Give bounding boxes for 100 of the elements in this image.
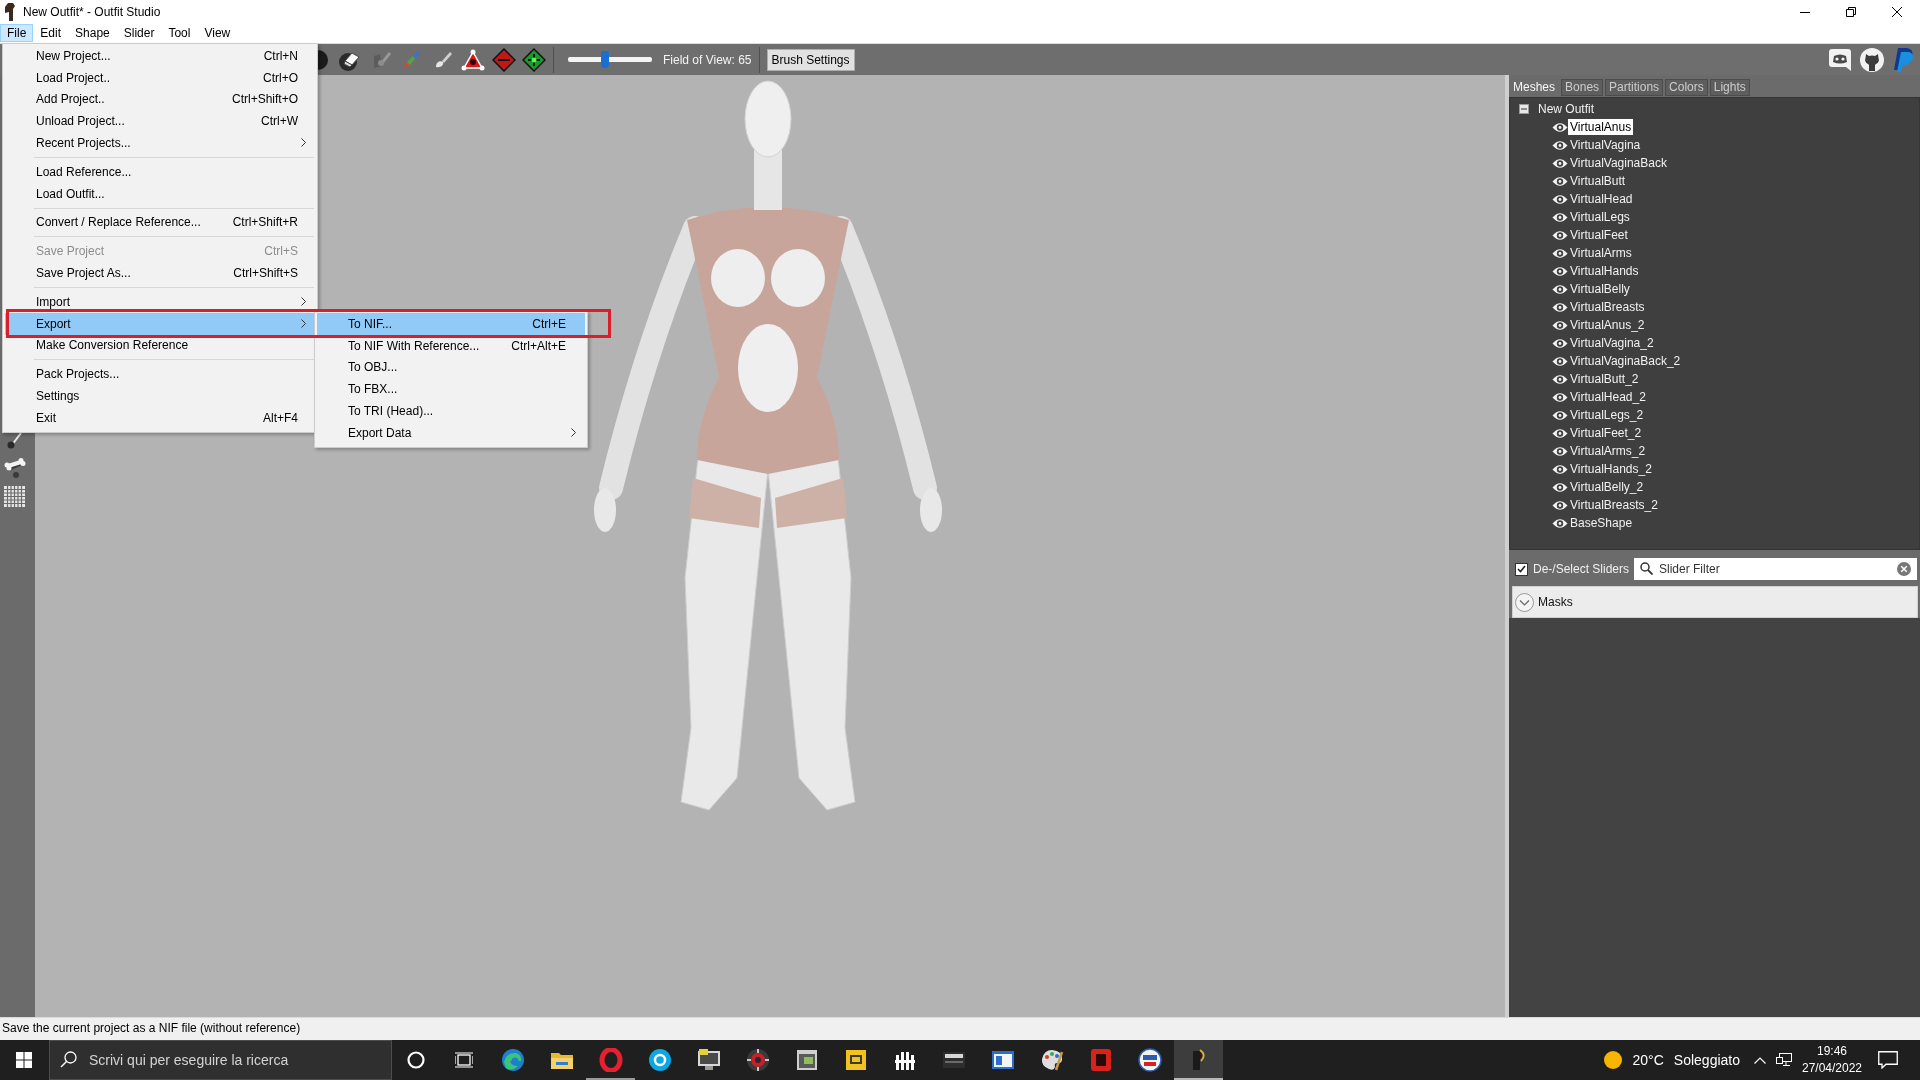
- menu-item[interactable]: Pack Projects...: [5, 363, 315, 386]
- eye-icon[interactable]: [1552, 265, 1568, 277]
- menu-item[interactable]: Import: [5, 290, 315, 313]
- brush-icon[interactable]: [433, 49, 453, 70]
- brush-settings-button[interactable]: Brush Settings: [766, 48, 855, 71]
- tree-item[interactable]: VirtualBreasts_2: [1568, 497, 1660, 513]
- cat-icon[interactable]: [1860, 47, 1884, 72]
- grid-icon[interactable]: [4, 486, 25, 507]
- menu-item[interactable]: Recent Projects...: [5, 132, 315, 154]
- menu-item[interactable]: Load Project.. Ctrl+O: [5, 66, 315, 89]
- eye-icon[interactable]: [1552, 121, 1568, 133]
- tree-item[interactable]: VirtualFeet_2: [1568, 425, 1644, 441]
- taskbar-app-button[interactable]: [1174, 1040, 1223, 1080]
- menu-bar-item[interactable]: Edit: [33, 24, 69, 42]
- eye-icon[interactable]: [1552, 139, 1568, 151]
- eye-icon[interactable]: [1552, 175, 1568, 187]
- panel-tab[interactable]: Bones: [1561, 79, 1604, 96]
- diamond-plus-icon[interactable]: [522, 47, 546, 72]
- menu-bar-item[interactable]: Tool: [161, 24, 198, 42]
- color-brush-icon[interactable]: [400, 49, 421, 70]
- eye-icon[interactable]: [1552, 337, 1568, 349]
- tree-item[interactable]: VirtualBelly: [1568, 281, 1632, 297]
- panel-tab[interactable]: Lights: [1709, 79, 1750, 96]
- bone-icon[interactable]: [4, 458, 26, 480]
- tree-item[interactable]: VirtualBelly_2: [1568, 479, 1646, 495]
- menu-item[interactable]: Save Project As... Ctrl+Shift+S: [5, 262, 315, 284]
- eye-icon[interactable]: [1552, 499, 1568, 511]
- tree-item[interactable]: VirtualButt_2: [1568, 371, 1641, 387]
- tree-item[interactable]: VirtualHands_2: [1568, 461, 1654, 477]
- tree-item[interactable]: VirtualAnus: [1568, 119, 1634, 135]
- tree-item[interactable]: VirtualFeet: [1568, 227, 1630, 243]
- eye-icon[interactable]: [1552, 355, 1568, 367]
- menu-item[interactable]: To NIF With Reference... Ctrl+Alt+E: [317, 334, 585, 357]
- eye-icon[interactable]: [1552, 157, 1568, 169]
- chevron-circle-icon[interactable]: [1515, 592, 1534, 612]
- eye-icon[interactable]: [1552, 391, 1568, 403]
- triangle-nodes-icon[interactable]: [461, 48, 485, 71]
- tree-item[interactable]: VirtualButt: [1568, 173, 1628, 189]
- chevron-up-icon[interactable]: [1754, 1056, 1766, 1064]
- menu-bar-item[interactable]: Slider: [116, 24, 162, 42]
- menu-item[interactable]: Exit Alt+F4: [5, 406, 315, 429]
- tree-item[interactable]: VirtualLegs: [1568, 209, 1632, 225]
- tree-item[interactable]: VirtualHead_2: [1568, 389, 1648, 405]
- tree-item[interactable]: BaseShape: [1568, 515, 1635, 531]
- menu-item[interactable]: Make Conversion Reference: [5, 334, 315, 357]
- tree-item[interactable]: VirtualHead: [1568, 191, 1635, 207]
- eye-icon[interactable]: [1552, 211, 1568, 223]
- slider-thumb[interactable]: [600, 51, 609, 68]
- tree-item[interactable]: VirtualBreasts: [1568, 299, 1647, 315]
- panel-tab[interactable]: Colors: [1665, 79, 1708, 96]
- eye-icon[interactable]: [1552, 301, 1568, 313]
- diamond-minus-icon[interactable]: [492, 47, 516, 72]
- menu-item[interactable]: Unload Project... Ctrl+W: [5, 110, 315, 133]
- taskbar-search-field[interactable]: Scrivi qui per eseguire la ricerca: [49, 1040, 392, 1080]
- menu-item[interactable]: Convert / Replace Reference... Ctrl+Shift+R: [5, 211, 315, 234]
- tree-item[interactable]: VirtualLegs_2: [1568, 407, 1646, 423]
- menu-item[interactable]: Settings: [5, 385, 315, 407]
- menu-item[interactable]: To OBJ...: [317, 356, 585, 379]
- menu-item[interactable]: To NIF... Ctrl+E: [317, 313, 585, 335]
- eye-icon[interactable]: [1552, 247, 1568, 259]
- menu-item[interactable]: Export: [5, 312, 315, 335]
- eye-icon[interactable]: [1552, 319, 1568, 331]
- menu-item[interactable]: Load Outfit...: [5, 182, 315, 205]
- eye-icon[interactable]: [1552, 517, 1568, 529]
- menu-bar-item[interactable]: File: [0, 24, 34, 42]
- menu-bar-item[interactable]: View: [197, 24, 238, 42]
- eye-icon[interactable]: [1552, 463, 1568, 475]
- eye-icon[interactable]: [1552, 283, 1568, 295]
- clock-time[interactable]: 19:46: [1817, 1045, 1847, 1058]
- menu-item[interactable]: To FBX...: [317, 378, 585, 401]
- panel-tab[interactable]: Partitions: [1605, 79, 1664, 96]
- minus-box-icon[interactable]: [1519, 103, 1529, 114]
- eye-icon[interactable]: [1552, 193, 1568, 205]
- menu-bar-item[interactable]: Shape: [68, 24, 117, 42]
- menu-item[interactable]: New Project... Ctrl+N: [5, 45, 315, 67]
- menu-item[interactable]: Load Reference...: [5, 161, 315, 183]
- tree-item[interactable]: New Outfit: [1536, 100, 1596, 117]
- eye-icon[interactable]: [1552, 229, 1568, 241]
- tree-item[interactable]: VirtualHands: [1568, 263, 1641, 279]
- eye-icon[interactable]: [1552, 373, 1568, 385]
- menu-item[interactable]: Add Project.. Ctrl+Shift+O: [5, 88, 315, 111]
- tree-item[interactable]: VirtualArms: [1568, 245, 1634, 261]
- menu-item[interactable]: Export Data: [317, 422, 585, 444]
- notification-icon[interactable]: [1878, 1051, 1898, 1069]
- tree-item[interactable]: VirtualVagina: [1568, 137, 1643, 153]
- network-icon[interactable]: [1776, 1053, 1792, 1067]
- tree-item[interactable]: VirtualAnus_2: [1568, 317, 1647, 333]
- checkbox[interactable]: [1515, 562, 1528, 576]
- tree-item[interactable]: VirtualVaginaBack: [1568, 155, 1669, 171]
- tree-item[interactable]: VirtualVagina_2: [1568, 335, 1656, 351]
- logo-icon[interactable]: [1893, 47, 1914, 72]
- slider-filter-field[interactable]: Slider Filter: [1634, 558, 1917, 580]
- eye-icon[interactable]: [1552, 445, 1568, 457]
- tree-item[interactable]: VirtualArms_2: [1568, 443, 1648, 459]
- menu-item[interactable]: To TRI (Head)...: [317, 400, 585, 422]
- eye-icon[interactable]: [1552, 409, 1568, 421]
- eye-icon[interactable]: [1552, 481, 1568, 493]
- tree-item[interactable]: VirtualVaginaBack_2: [1568, 353, 1683, 369]
- chat-bubble-icon[interactable]: [1829, 47, 1851, 72]
- clock-date[interactable]: 27/04/2022: [1801, 1062, 1863, 1075]
